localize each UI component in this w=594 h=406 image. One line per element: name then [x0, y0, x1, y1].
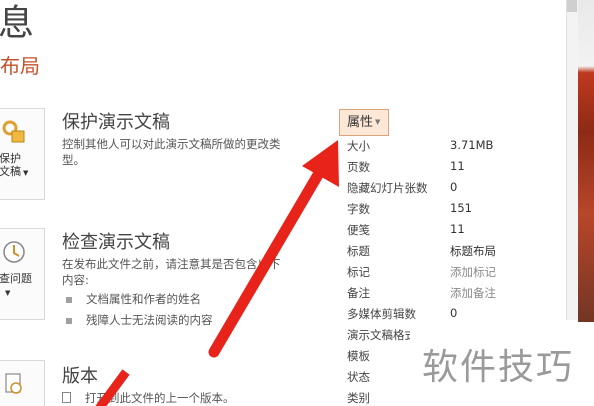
- watermark: 软件技巧: [410, 322, 594, 406]
